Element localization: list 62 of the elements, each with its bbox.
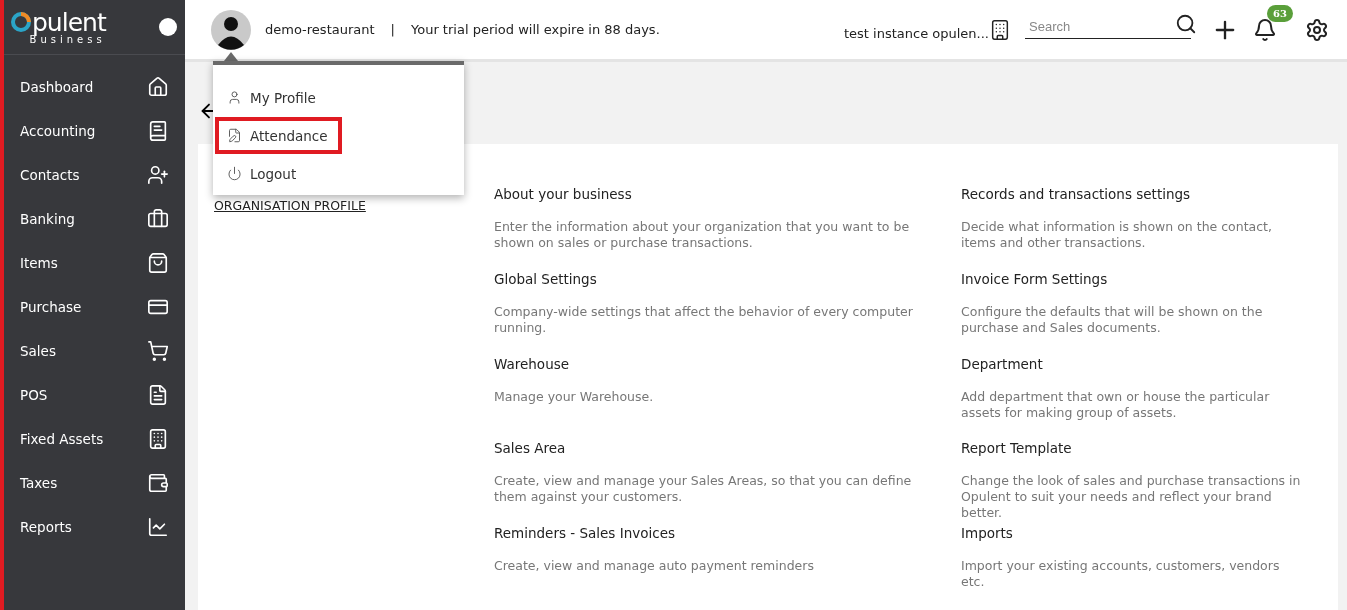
setting-title[interactable]: Imports [961, 525, 1302, 542]
menu-item-icon [227, 166, 242, 181]
setting-description: Change the look of sales and purchase transactions in Opulent to suit your needs and reflect your brand better. [961, 473, 1302, 522]
sidebar-item[interactable]: Sales [4, 329, 185, 373]
sidebar-item-icon [147, 164, 169, 186]
separator: | [390, 22, 395, 37]
menu-item-icon [227, 90, 242, 105]
sidebar-item[interactable]: Fixed Assets [4, 417, 185, 461]
menu-item[interactable]: My Profile [215, 79, 460, 116]
sidebar-item-icon [147, 252, 169, 274]
setting-title[interactable]: About your business [494, 186, 941, 202]
organisation-name: demo-restaurant [265, 22, 375, 37]
sidebar-item[interactable]: POS [4, 373, 185, 417]
sidebar-item-icon [147, 76, 169, 98]
notification-badge: 63 [1267, 4, 1293, 22]
logo-ring-icon [10, 11, 32, 33]
sidebar-item[interactable]: Items [4, 241, 185, 285]
setting-description: Add department that own or house the particular assets for making group of assets. [961, 388, 1271, 421]
setting-title[interactable]: Sales Area [494, 440, 941, 457]
logo-wordmark: pulent [32, 9, 106, 35]
setting-description: Create, view and manage auto payment reminders [494, 558, 815, 575]
sidebar-item-icon [147, 120, 169, 142]
sidebar-item-icon [147, 340, 169, 362]
menu-item[interactable]: Logout [215, 155, 460, 192]
setting-description: Create, view and manage your Sales Areas, so that you can define them against your customers. [494, 473, 913, 506]
sidebar-item[interactable]: Contacts [4, 153, 185, 197]
setting-title[interactable]: Reminders - Sales Invoices [494, 525, 941, 542]
search-field[interactable]: Search [1025, 14, 1191, 39]
notification-icon[interactable] [1253, 17, 1277, 42]
sidebar-item-icon [147, 208, 169, 230]
menu-item[interactable]: Attendance [215, 117, 342, 154]
sidebar-item[interactable]: Purchase [4, 285, 185, 329]
toggle-dot[interactable] [159, 18, 177, 36]
sidebar-item-icon [147, 516, 169, 538]
setting-description: Manage your Warehouse. [494, 388, 655, 405]
setting-description: Import your existing accounts, customers, vendors etc. [961, 558, 1281, 591]
building-icon[interactable] [989, 18, 1011, 41]
setting-description: Decide what information is shown on the contact, items and other transactions. [961, 219, 1273, 251]
sidebar-item[interactable]: Reports [4, 505, 185, 549]
sidebar-item[interactable]: Dashboard [4, 65, 185, 109]
setting-title[interactable]: Records and transactions settings [961, 186, 1302, 202]
avatar-icon[interactable] [211, 9, 251, 50]
setting-description: Configure the defaults that will be shown on the purchase and Sales documents. [961, 303, 1264, 336]
settings-icon[interactable] [1305, 17, 1329, 42]
section-title[interactable]: ORGANISATION PROFILE [214, 198, 494, 213]
instance-name: test instance opulen... [844, 26, 989, 41]
setting-title[interactable]: Invoice Form Settings [961, 270, 1302, 287]
sidebar-item[interactable]: Taxes [4, 461, 185, 505]
setting-title[interactable]: Warehouse [494, 355, 941, 372]
setting-title[interactable]: Global Settings [494, 270, 941, 287]
setting-title[interactable]: Department [961, 355, 1302, 372]
setting-title[interactable]: Report Template [961, 440, 1302, 457]
sidebar-item[interactable]: Banking [4, 197, 185, 241]
sidebar-item-icon [147, 384, 169, 406]
setting-description: Enter the information about your organization that you want to be shown on sales or purchase transactions. [494, 219, 911, 251]
sidebar-item-icon [147, 428, 169, 450]
search-icon[interactable] [1175, 12, 1197, 35]
setting-description: Company-wide settings that affect the behavior of every computer running. [494, 303, 914, 336]
trial-notice: Your trial period will expire in 88 days. [411, 22, 660, 37]
sidebar-item-icon [147, 472, 169, 494]
sidebar-item[interactable]: Accounting [4, 109, 185, 153]
menu-item-icon [227, 128, 242, 143]
